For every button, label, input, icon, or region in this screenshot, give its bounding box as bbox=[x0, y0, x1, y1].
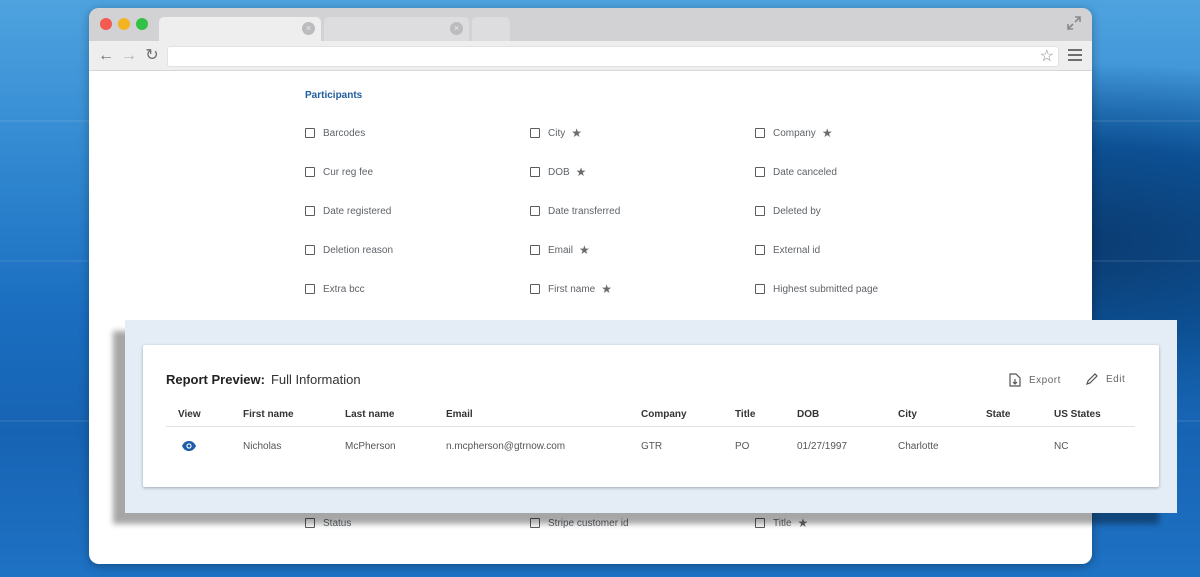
minimize-window-button[interactable] bbox=[118, 18, 130, 30]
edit-label: Edit bbox=[1106, 374, 1126, 385]
report-preview-card: Report Preview: Full Information Export E… bbox=[143, 345, 1159, 487]
tab-close-icon[interactable]: × bbox=[450, 22, 463, 35]
field-label: City bbox=[548, 127, 566, 139]
bookmark-star-icon[interactable]: ☆ bbox=[1040, 47, 1054, 67]
field-checkbox[interactable] bbox=[530, 206, 540, 216]
field-label: External id bbox=[773, 244, 821, 256]
table-cell: n.mcpherson@gtrnow.com bbox=[446, 441, 566, 452]
star-icon[interactable]: ★ bbox=[571, 126, 582, 140]
section-title-participants: Participants bbox=[305, 90, 363, 101]
reload-icon[interactable]: ↻ bbox=[142, 46, 162, 66]
table-row: Nicholas McPherson n.mcpherson@gtrnow.com G… bbox=[166, 431, 1135, 461]
field-label: Email bbox=[548, 244, 574, 256]
field-checkbox[interactable] bbox=[305, 245, 315, 255]
table-cell: McPherson bbox=[345, 441, 396, 452]
field-option[interactable]: Date canceled bbox=[755, 165, 837, 179]
back-arrow-icon[interactable]: ← bbox=[96, 46, 116, 66]
column-header[interactable]: View bbox=[178, 409, 201, 420]
preview-title-label: Report Preview: bbox=[166, 372, 265, 387]
fullscreen-icon[interactable] bbox=[1066, 15, 1082, 31]
field-label: First name bbox=[548, 283, 596, 295]
new-tab-button[interactable] bbox=[472, 17, 510, 41]
field-label: Company bbox=[773, 127, 816, 139]
field-label: Extra bcc bbox=[323, 283, 365, 295]
column-header[interactable]: City bbox=[898, 409, 917, 420]
field-label: Date canceled bbox=[773, 166, 837, 178]
star-icon[interactable]: ★ bbox=[601, 282, 612, 296]
field-checkbox[interactable] bbox=[755, 167, 765, 177]
export-label: Export bbox=[1029, 374, 1061, 386]
field-checkbox[interactable] bbox=[305, 167, 315, 177]
field-option[interactable]: First name ★ bbox=[530, 282, 612, 296]
column-header[interactable]: Company bbox=[641, 409, 687, 420]
field-option[interactable]: City ★ bbox=[530, 126, 582, 140]
field-checkbox[interactable] bbox=[305, 284, 315, 294]
eye-icon[interactable] bbox=[181, 440, 197, 452]
menu-hamburger-icon[interactable] bbox=[1068, 49, 1082, 62]
browser-titlebar: × × bbox=[89, 8, 1092, 41]
field-checkbox[interactable] bbox=[755, 206, 765, 216]
field-label: DOB bbox=[548, 166, 570, 178]
maximize-window-button[interactable] bbox=[136, 18, 148, 30]
column-header[interactable]: DOB bbox=[797, 409, 819, 420]
field-option[interactable]: Deleted by bbox=[755, 204, 821, 218]
tab-close-icon[interactable]: × bbox=[302, 22, 315, 35]
field-option[interactable]: DOB ★ bbox=[530, 165, 586, 179]
edit-button[interactable]: Edit bbox=[1085, 373, 1125, 386]
forward-arrow-icon[interactable]: → bbox=[119, 46, 139, 66]
field-label: Deleted by bbox=[773, 205, 821, 217]
export-button[interactable]: Export bbox=[1009, 373, 1061, 387]
star-icon[interactable]: ★ bbox=[576, 165, 587, 179]
column-header[interactable]: Email bbox=[446, 409, 473, 420]
field-option[interactable]: Barcodes bbox=[305, 126, 365, 140]
column-header[interactable]: First name bbox=[243, 409, 294, 420]
field-checkbox[interactable] bbox=[305, 206, 315, 216]
address-bar[interactable]: ☆ bbox=[167, 46, 1059, 67]
star-icon[interactable]: ★ bbox=[822, 126, 833, 140]
pencil-icon bbox=[1086, 373, 1098, 385]
preview-subtitle: Full Information bbox=[270, 372, 361, 387]
field-checkbox[interactable] bbox=[755, 128, 765, 138]
field-label: Barcodes bbox=[323, 127, 366, 139]
column-header[interactable]: US States bbox=[1054, 409, 1101, 420]
field-option[interactable]: External id bbox=[755, 243, 820, 257]
column-header[interactable]: State bbox=[986, 409, 1010, 420]
field-option[interactable]: Date transferred bbox=[530, 204, 620, 218]
browser-tab-active[interactable]: × bbox=[159, 17, 321, 41]
table-cell: Charlotte bbox=[898, 441, 939, 452]
field-checkbox[interactable] bbox=[530, 284, 540, 294]
field-label: Date registered bbox=[323, 205, 392, 217]
preview-title: Report Preview: Full Information bbox=[166, 372, 361, 387]
field-checkbox[interactable] bbox=[530, 245, 540, 255]
field-option[interactable]: Highest submitted page bbox=[755, 282, 878, 296]
file-export-icon bbox=[1009, 373, 1021, 387]
table-cell: GTR bbox=[641, 441, 663, 452]
table-cell: 01/27/1997 bbox=[797, 441, 848, 452]
field-option[interactable]: Deletion reason bbox=[305, 243, 393, 257]
browser-tab[interactable]: × bbox=[324, 17, 469, 41]
field-option[interactable]: Company ★ bbox=[755, 126, 833, 140]
table-cell: Nicholas bbox=[243, 441, 282, 452]
field-option[interactable]: Cur reg fee bbox=[305, 165, 373, 179]
column-header[interactable]: Title bbox=[735, 409, 755, 420]
table-cell: NC bbox=[1054, 441, 1069, 452]
field-label: Cur reg fee bbox=[323, 166, 374, 178]
field-option[interactable]: Email ★ bbox=[530, 243, 590, 257]
field-option[interactable]: Extra bcc bbox=[305, 282, 365, 296]
field-checkbox[interactable] bbox=[755, 284, 765, 294]
field-option[interactable]: Date registered bbox=[305, 204, 391, 218]
field-label: Date transferred bbox=[548, 205, 621, 217]
table-cell: PO bbox=[735, 441, 750, 452]
star-icon[interactable]: ★ bbox=[579, 243, 590, 257]
field-checkbox[interactable] bbox=[530, 167, 540, 177]
browser-toolbar: ← → ↻ ☆ bbox=[89, 41, 1092, 71]
column-header[interactable]: Last name bbox=[345, 409, 394, 420]
field-checkbox[interactable] bbox=[530, 128, 540, 138]
field-checkbox[interactable] bbox=[305, 128, 315, 138]
close-window-button[interactable] bbox=[100, 18, 112, 30]
field-label: Highest submitted page bbox=[773, 283, 879, 295]
field-label: Deletion reason bbox=[323, 244, 394, 256]
preview-table-header: View First name Last name Email Company Title… bbox=[166, 407, 1135, 427]
field-checkbox[interactable] bbox=[755, 245, 765, 255]
